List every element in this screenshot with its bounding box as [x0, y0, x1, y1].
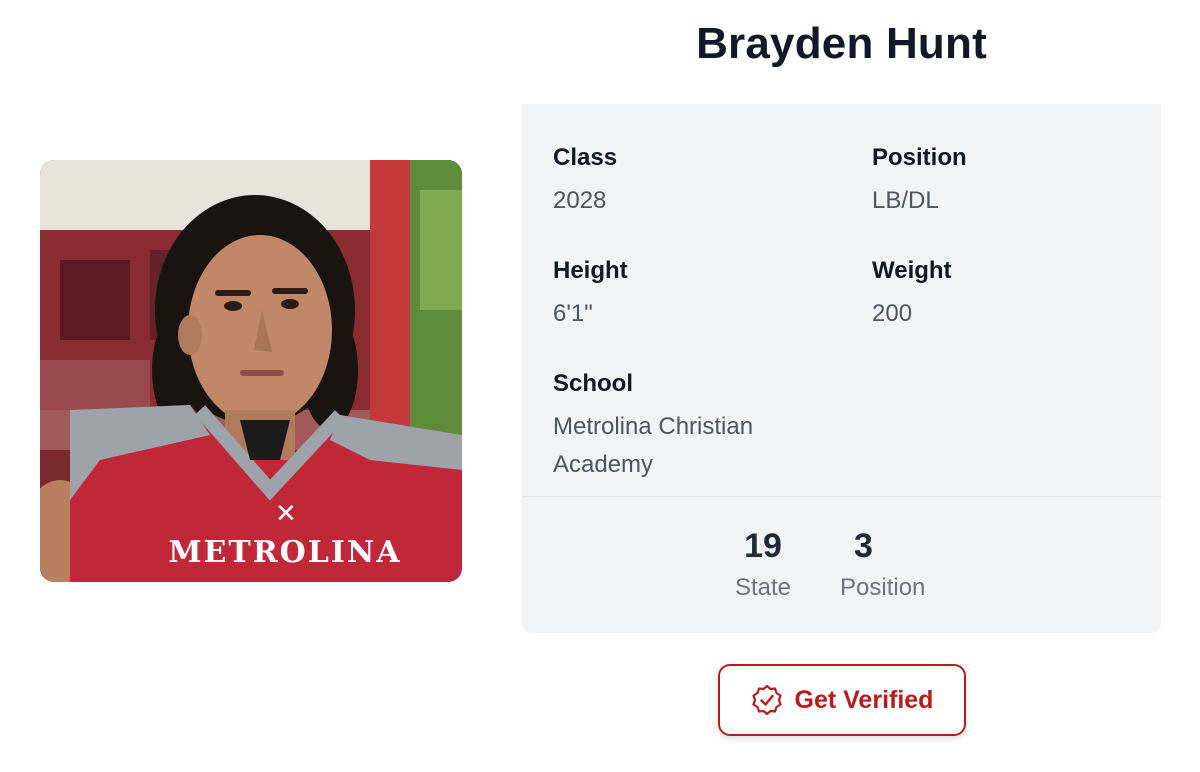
class-label: Class: [553, 144, 618, 171]
svg-text:✕: ✕: [275, 499, 297, 529]
position-field: Position LB/DL: [872, 142, 967, 220]
verified-badge-icon: [751, 684, 783, 716]
school-label: School: [553, 370, 634, 397]
state-rank-label: State: [734, 574, 792, 601]
player-profile: ✕ METROLINA Brayden Hunt Class 2028 Posi…: [0, 0, 1200, 772]
position-label: Position: [872, 144, 967, 171]
class-field: Class 2028: [553, 142, 617, 220]
height-value: 6'1": [553, 300, 593, 327]
position-rank-value: 3: [854, 527, 873, 565]
school-value: Metrolina Christian Academy: [553, 413, 754, 478]
get-verified-label: Get Verified: [794, 685, 934, 714]
player-info-card: Class 2028 Position LB/DL Height 6'1" We…: [522, 104, 1161, 633]
card-divider: [522, 496, 1161, 497]
position-value: LB/DL: [872, 187, 939, 214]
position-rank: 3 Position: [840, 524, 965, 608]
class-value: 2028: [553, 187, 607, 214]
weight-field: Weight 200: [872, 255, 952, 333]
height-field: Height 6'1": [553, 255, 628, 333]
height-label: Height: [553, 257, 628, 284]
position-rank-label: Position: [840, 574, 926, 601]
jersey-text: METROLINA: [168, 535, 401, 570]
player-photo: ✕ METROLINA: [40, 160, 462, 582]
state-rank-value: 19: [744, 527, 782, 565]
state-rank: 19 State: [718, 524, 808, 608]
weight-label: Weight: [872, 257, 952, 284]
school-field: School Metrolina Christian Academy: [553, 368, 823, 484]
get-verified-button[interactable]: Get Verified: [718, 664, 966, 736]
weight-value: 200: [872, 300, 913, 327]
player-name: Brayden Hunt: [696, 19, 987, 68]
